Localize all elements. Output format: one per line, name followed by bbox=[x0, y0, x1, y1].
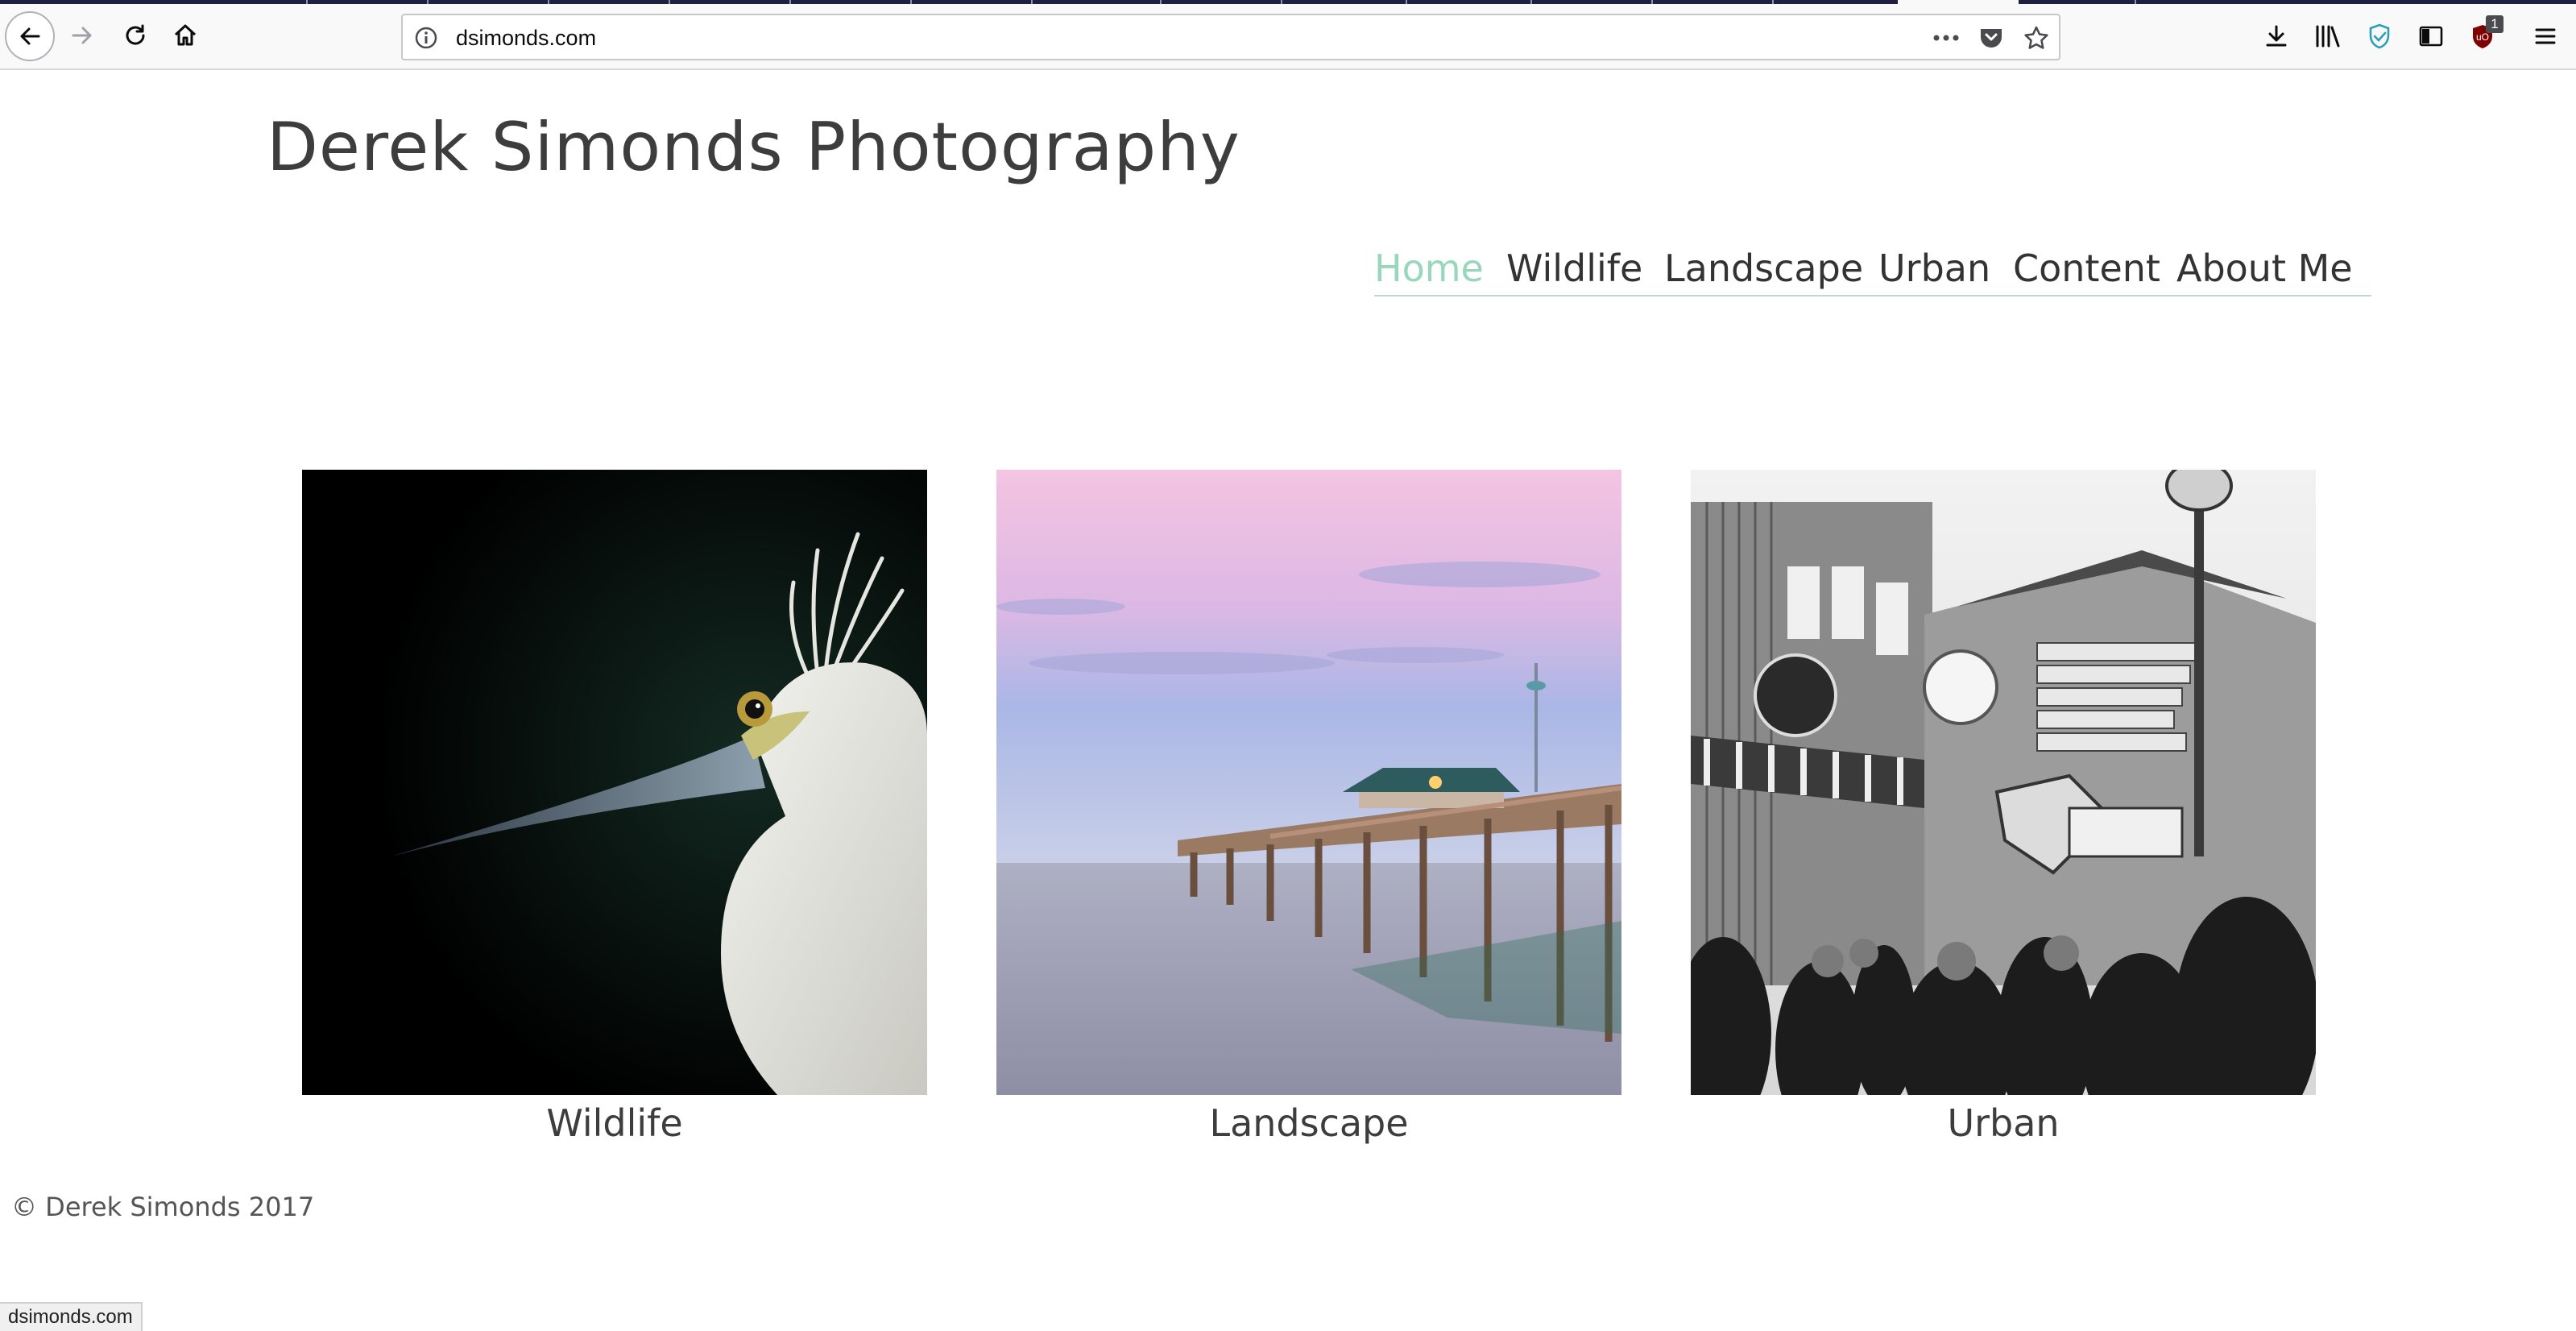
main-nav: Home Wildlife Landscape Urban Content Ab… bbox=[1374, 247, 2371, 296]
nav-item-about-me[interactable]: About Me bbox=[2176, 247, 2353, 290]
extension-shield-button[interactable] bbox=[2357, 14, 2402, 59]
back-icon bbox=[20, 27, 40, 45]
gallery-card-urban[interactable]: Urban bbox=[1691, 470, 2316, 1145]
back-button[interactable] bbox=[5, 11, 55, 61]
svg-text:uO: uO bbox=[2476, 31, 2489, 43]
nav-item-landscape[interactable]: Landscape bbox=[1664, 247, 1863, 290]
page-info-icon[interactable] bbox=[414, 26, 438, 54]
reload-button[interactable] bbox=[111, 11, 159, 60]
nav-item-wildlife[interactable]: Wildlife bbox=[1506, 247, 1642, 290]
library-icon bbox=[2316, 25, 2340, 48]
nav-item-content[interactable]: Content bbox=[2013, 247, 2160, 290]
gallery-caption-wildlife[interactable]: Wildlife bbox=[302, 1101, 927, 1145]
gallery-caption-urban[interactable]: Urban bbox=[1691, 1101, 2316, 1145]
address-bar[interactable]: dsimonds.com bbox=[401, 14, 2060, 60]
nav-item-home[interactable]: Home bbox=[1374, 247, 1484, 290]
gallery-caption-landscape[interactable]: Landscape bbox=[996, 1101, 1621, 1145]
bookmark-star-icon[interactable] bbox=[2020, 23, 2052, 52]
browser-toolbar: dsimonds.com uO 1 bbox=[0, 4, 2576, 70]
landscape-photo[interactable] bbox=[996, 470, 1621, 1095]
url-text[interactable]: dsimonds.com bbox=[456, 26, 596, 50]
downloads-button[interactable] bbox=[2254, 14, 2299, 59]
wildlife-photo[interactable] bbox=[302, 470, 927, 1095]
reload-icon bbox=[126, 24, 145, 45]
status-bar: dsimonds.com bbox=[0, 1302, 143, 1331]
extension-shield-icon bbox=[2369, 23, 2390, 49]
library-button[interactable] bbox=[2305, 14, 2350, 59]
hamburger-menu-icon bbox=[2535, 28, 2556, 44]
gallery-card-landscape[interactable]: Landscape bbox=[996, 470, 1621, 1145]
page-actions-icon[interactable] bbox=[1930, 23, 1962, 52]
home-button[interactable] bbox=[161, 11, 209, 60]
forward-button[interactable] bbox=[58, 11, 106, 60]
site-title[interactable]: Derek Simonds Photography bbox=[267, 107, 1240, 188]
sidebar-button[interactable] bbox=[2408, 14, 2454, 59]
menu-button[interactable] bbox=[2523, 14, 2568, 59]
nav-item-urban[interactable]: Urban bbox=[1878, 247, 1990, 290]
forward-icon bbox=[72, 27, 92, 44]
urban-photo[interactable] bbox=[1691, 470, 2316, 1095]
downloads-icon bbox=[2266, 25, 2287, 47]
gallery-card-wildlife[interactable]: Wildlife bbox=[302, 470, 927, 1145]
pocket-icon[interactable] bbox=[1975, 23, 2007, 52]
extension-badge: 1 bbox=[2486, 15, 2504, 33]
footer-copyright: © Derek Simonds 2017 bbox=[11, 1192, 315, 1222]
home-icon bbox=[174, 24, 197, 46]
sidebar-icon bbox=[2419, 26, 2443, 47]
